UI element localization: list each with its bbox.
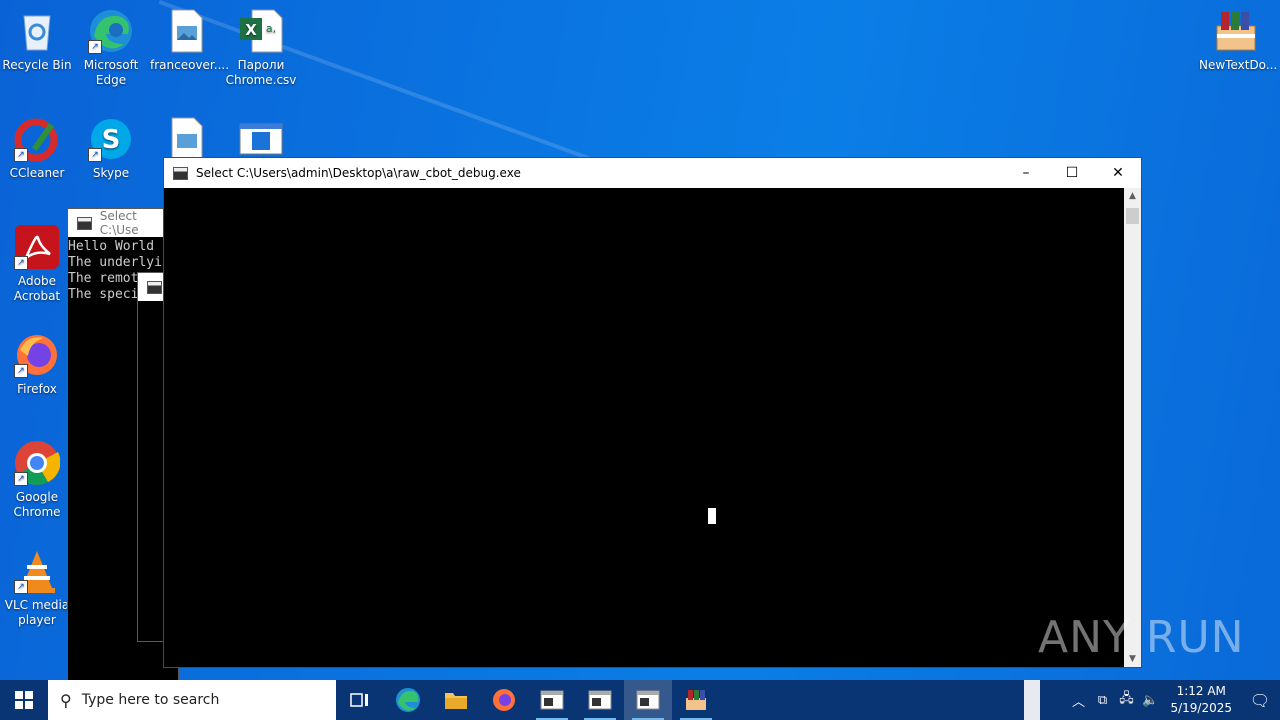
firefox-label: Firefox — [17, 382, 57, 396]
vlc-icon: ↗ — [14, 548, 60, 594]
task-view-icon — [350, 693, 368, 707]
taskbar-edge[interactable] — [384, 680, 432, 720]
microsoft-edge-icon: ↗ — [88, 8, 134, 54]
system-tray: ︿ ⧉ 🖧 🔈 1:12 AM 5/19/2025 🗨 — [1066, 680, 1280, 720]
firefox-icon — [493, 689, 515, 711]
taskbar-search-box[interactable]: ⚲ Type here to search — [48, 680, 336, 720]
console-app-icon — [77, 216, 92, 230]
firefox-icon: ↗ — [14, 332, 60, 378]
desktop-icon-chrome-csv[interactable]: Xa, Пароли Chrome.csv — [224, 8, 298, 88]
console-window-icon — [636, 690, 660, 710]
tray-app-icon[interactable]: ⧉ — [1090, 693, 1114, 708]
svg-text:S: S — [102, 125, 121, 155]
adobe-acrobat-icon: ↗ — [14, 224, 60, 270]
taskbar-console-3[interactable] — [624, 680, 672, 720]
desktop-icon-firefox[interactable]: ↗ Firefox — [0, 332, 74, 397]
start-button[interactable] — [0, 680, 48, 720]
maximize-button[interactable]: ☐ — [1049, 158, 1095, 188]
taskbar: ⚲ Type here to search ︿ ⧉ 🖧 🔈 1:12 AM 5/… — [0, 680, 1280, 720]
desktop-icon-newtext-archive[interactable]: NewTextDo... — [1199, 8, 1278, 73]
network-icon[interactable]: 🖧 — [1114, 689, 1138, 711]
clock[interactable]: 1:12 AM 5/19/2025 — [1162, 683, 1240, 717]
taskbar-firefox[interactable] — [480, 680, 528, 720]
skype-label: Skype — [92, 166, 130, 180]
winrar-archive-icon — [686, 690, 706, 710]
console-app-icon — [147, 280, 162, 294]
excel-csv-icon: Xa, — [238, 8, 284, 54]
recycle-bin-label: Recycle Bin — [2, 58, 72, 72]
desktop-icon-vlc[interactable]: ↗ VLC media player — [0, 548, 74, 628]
svg-text:a,: a, — [266, 22, 276, 35]
scrollbar-thumb[interactable] — [1126, 208, 1139, 224]
taskbar-console-2[interactable] — [576, 680, 624, 720]
desktop-icon-google-chrome[interactable]: ↗ Google Chrome — [0, 440, 74, 520]
desktop-icon-france-file[interactable]: franceover.... — [150, 8, 230, 73]
adobe-acrobat-label: Adobe Acrobat — [13, 274, 61, 303]
recycle-bin-icon — [14, 8, 60, 54]
taskbar-console-1[interactable] — [528, 680, 576, 720]
main-console-window[interactable]: Select C:\Users\admin\Desktop\a\raw_cbot… — [163, 157, 1142, 668]
desktop-icon-adobe-acrobat[interactable]: ↗ Adobe Acrobat — [0, 224, 74, 304]
skype-icon: S ↗ — [88, 116, 134, 162]
ccleaner-icon: ↗ — [14, 116, 60, 162]
background-console-titlebar[interactable]: Select C:\Use — [68, 209, 178, 237]
chrome-csv-label: Пароли Chrome.csv — [225, 58, 297, 87]
minimize-button[interactable]: – — [1003, 158, 1049, 188]
taskbar-winrar[interactable] — [672, 680, 720, 720]
image-file-icon — [164, 116, 210, 162]
main-console-title: Select C:\Users\admin\Desktop\a\raw_cbot… — [196, 166, 521, 180]
console-line: The underlyi — [68, 255, 162, 270]
ccleaner-label: CCleaner — [9, 166, 65, 180]
task-view-button[interactable] — [336, 680, 384, 720]
vertical-scrollbar[interactable]: ▲ ▼ — [1124, 188, 1141, 667]
google-chrome-label: Google Chrome — [13, 490, 61, 519]
console-window-icon — [588, 690, 612, 710]
search-icon: ⚲ — [60, 690, 72, 710]
clock-time: 1:12 AM — [1176, 684, 1226, 698]
microsoft-edge-icon — [396, 688, 420, 712]
console-cursor — [708, 508, 716, 524]
search-placeholder: Type here to search — [81, 692, 220, 708]
france-file-label: franceover.... — [150, 58, 230, 72]
console-window-icon — [540, 690, 564, 710]
desktop-icon-microsoft-edge[interactable]: ↗ Microsoft Edge — [74, 8, 148, 88]
desktop-icon-recycle-bin[interactable]: Recycle Bin — [0, 8, 74, 73]
vlc-label: VLC media player — [4, 598, 70, 627]
notification-center-icon[interactable]: 🗨 — [1240, 691, 1280, 710]
image-file-icon — [164, 8, 210, 54]
show-hidden-strip — [1024, 680, 1040, 720]
windows-logo-icon — [15, 691, 33, 709]
desktop-icon-skype[interactable]: S ↗ Skype — [74, 116, 148, 181]
main-console-titlebar[interactable]: Select C:\Users\admin\Desktop\a\raw_cbot… — [164, 158, 1141, 188]
anyrun-watermark: ANY RUN — [1038, 612, 1245, 663]
taskbar-file-explorer[interactable] — [432, 680, 480, 720]
winrar-archive-icon — [1213, 8, 1259, 54]
volume-icon[interactable]: 🔈 — [1138, 693, 1162, 708]
microsoft-edge-label: Microsoft Edge — [83, 58, 139, 87]
google-chrome-icon: ↗ — [14, 440, 61, 486]
console-app-icon — [173, 166, 188, 180]
desktop-icon-ccleaner[interactable]: ↗ CCleaner — [0, 116, 74, 181]
show-hidden-icons-chevron-icon[interactable]: ︿ — [1066, 691, 1090, 710]
folder-icon — [445, 693, 467, 709]
application-window-icon — [238, 116, 284, 162]
console-line: Hello World — [68, 239, 155, 254]
close-button[interactable]: ✕ — [1095, 158, 1141, 188]
clock-date: 5/19/2025 — [1170, 701, 1232, 715]
newtext-archive-label: NewTextDo... — [1199, 58, 1278, 72]
svg-text:X: X — [245, 21, 257, 39]
scroll-up-arrow-icon[interactable]: ▲ — [1124, 188, 1141, 204]
